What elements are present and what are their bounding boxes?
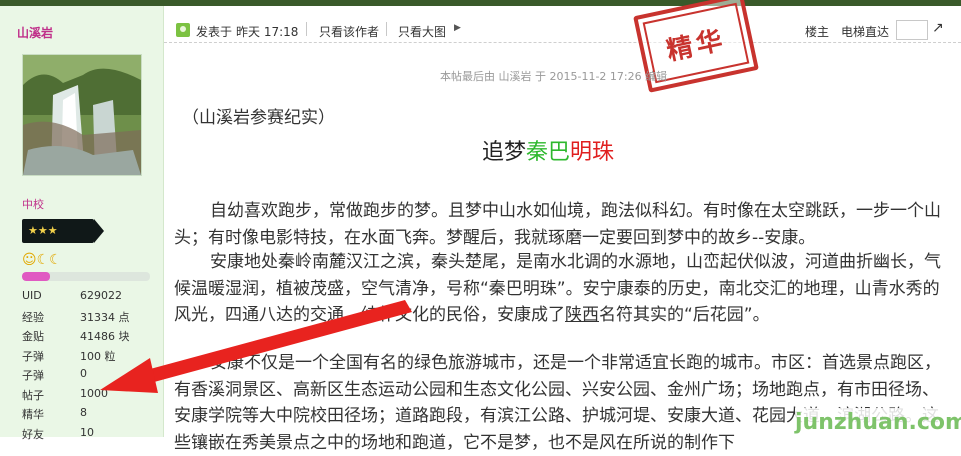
stat-label: 帖子 [22, 388, 44, 402]
stat-value[interactable]: 41486 块 [80, 328, 130, 344]
floor-label: 楼主 [805, 25, 830, 39]
last-edit-note: 本帖最后由 山溪岩 于 2015-11-2 17:26 编辑 [440, 70, 668, 83]
stat-value[interactable]: 0 [80, 367, 87, 380]
watermark: junzhuan.com [795, 408, 961, 437]
paragraph-2: 安康地处秦岭南麓汉江之滨，秦头楚尾，是南水北调的水源地，山峦起伏似波，河道曲折幽… [174, 249, 949, 329]
stat-value[interactable]: 100 粒 [80, 348, 116, 364]
stat-value[interactable]: 8 [80, 406, 87, 419]
rank-title: 中校 [22, 198, 44, 211]
stat-row: 子弹 0 [22, 367, 152, 387]
post-header: 发表于 昨天 17:18 只看该作者 只看大图 ▶ 楼主 电梯直达 ↗ [164, 6, 961, 43]
posted-prefix: 发表于 [196, 25, 233, 39]
triangle-right-icon: ▶ [454, 23, 461, 33]
paragraph-2-text-b: 名符其实的“后花园”。 [599, 305, 770, 325]
paragraph-3: 安康不仅是一个全国有名的绿色旅游城市，还是一个非常适宜长跑的城市。市区：首选景点… [174, 353, 941, 453]
only-author-link[interactable]: 只看该作者 [319, 23, 379, 40]
stat-label: 子弹 [22, 349, 44, 363]
author-stats: UID 629022 经验 31334 点金贴 41486 块子弹 100 粒子弹 0 帖子 1… [22, 289, 152, 445]
stat-label: 精华 [22, 408, 44, 421]
medal-icons: ☺☾☾ [22, 252, 62, 268]
paragraph-2-text-a: 安康地处秦岭南麓汉江之滨，秦头楚尾，是南水北调的水源地，山峦起伏似波，河道曲折幽… [174, 252, 941, 325]
credit-progress-bar [22, 272, 150, 281]
stat-label: 金贴 [22, 330, 44, 343]
post-content: 发表于 昨天 17:18 只看该作者 只看大图 ▶ 楼主 电梯直达 ↗ 精华 本… [164, 0, 961, 453]
rank-badge: ★★★ [22, 219, 104, 243]
go-arrow-icon[interactable]: ↗ [932, 20, 948, 38]
stat-value[interactable]: 31334 点 [80, 309, 130, 325]
elevator-label: 电梯直达 [841, 25, 890, 39]
author-username[interactable]: 山溪岩 [17, 24, 53, 41]
online-status-icon [176, 23, 190, 37]
stat-row: 精华 8 [22, 406, 152, 426]
stat-value[interactable]: 629022 [80, 289, 122, 302]
stat-row: 经验 31334 点 [22, 309, 152, 329]
divider [386, 22, 387, 36]
posted-time: 昨天 17:18 [236, 25, 299, 39]
shaanxi-link[interactable]: 陕西 [565, 305, 599, 325]
stat-row: 好友 10 [22, 426, 152, 446]
title-part-3: 明珠 [570, 140, 615, 165]
author-avatar[interactable] [22, 54, 142, 176]
credit-progress-fill [22, 272, 51, 281]
stat-row: 金贴 41486 块 [22, 328, 152, 348]
stat-row: 子弹 100 粒 [22, 348, 152, 368]
title-part-2: 秦巴 [526, 140, 571, 165]
paragraph-1: 自幼喜欢跑步，常做跑步的梦。且梦中山水如仙境，跑法似科幻。有时像在太空跳跃，一步… [174, 201, 941, 248]
divider [306, 22, 307, 36]
stat-label: 经验 [22, 310, 44, 324]
stat-label: 子弹 [22, 369, 44, 382]
floor-jump-input[interactable] [896, 20, 928, 40]
author-sidebar: 山溪岩 中校 ★★★ ☺☾☾ UID 629022 经验 31334 点金贴 41486… [0, 6, 164, 441]
post-title: 追梦秦巴明珠 [482, 134, 614, 166]
rank-stars: ★★★ [28, 224, 58, 237]
view-large-link[interactable]: 只看大图 [398, 23, 446, 40]
title-part-1: 追梦 [482, 140, 527, 165]
stat-label: UID [22, 289, 42, 302]
stat-row: 帖子 1000 [22, 387, 152, 407]
stat-value[interactable]: 1000 [80, 387, 108, 400]
stat-row: UID 629022 [22, 289, 152, 309]
post-intro: （山溪岩参赛纪实） [182, 108, 335, 128]
stat-label: 好友 [22, 427, 44, 441]
